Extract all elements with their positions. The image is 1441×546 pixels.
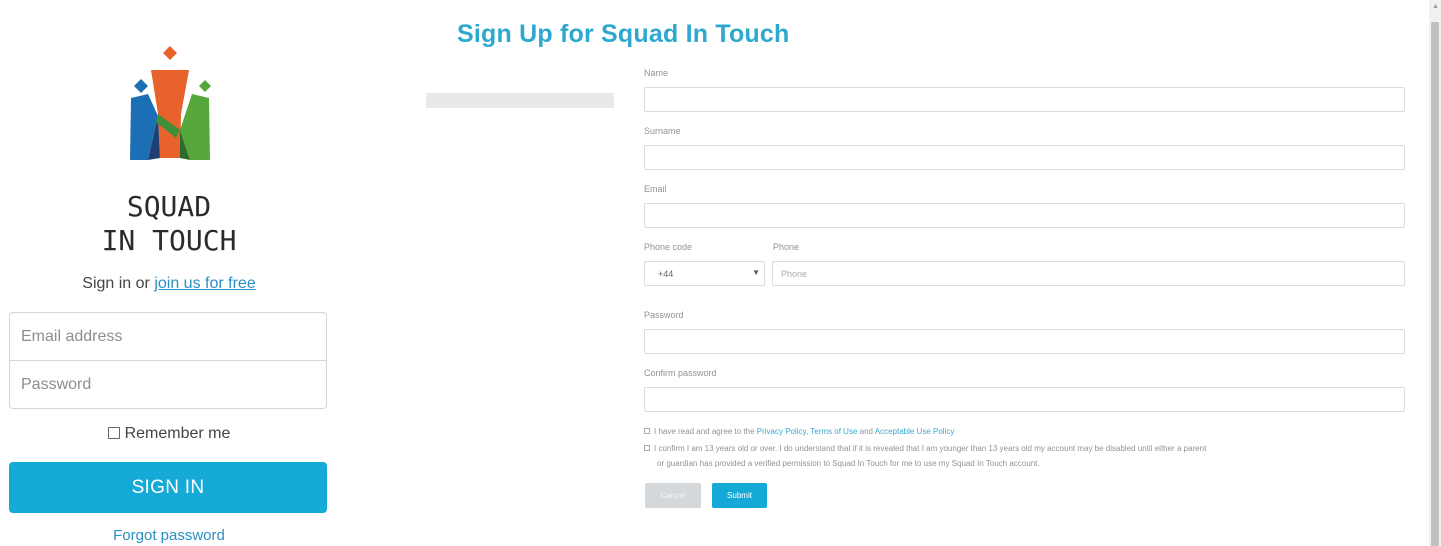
phone-label: Phone [773,242,800,252]
surname-label: Surname [644,126,681,136]
signup-password-field[interactable] [644,329,1405,354]
terms-and: and [857,427,875,436]
email-input[interactable] [10,313,326,360]
acceptable-use-link[interactable]: Acceptable Use Policy [875,427,955,436]
phone-code-value: +44 [658,269,674,279]
brand-name: SQUAD IN TOUCH [0,190,338,258]
vertical-scrollbar[interactable]: ▲ [1429,0,1441,546]
email-field[interactable] [9,312,327,361]
age-confirmation-cont: or guardian has provided a verified perm… [657,459,1040,468]
password-label: Password [644,310,684,320]
signup-email-input[interactable] [645,204,1404,227]
sign-in-button[interactable]: SIGN IN [9,462,327,513]
age-confirmation: I confirm I am 13 years old or over. I d… [644,442,1206,456]
phone-code-select[interactable]: +44 ▼ [644,261,765,286]
cancel-button[interactable]: Cancel [645,483,701,508]
terms-prefix: I have read and agree to the [654,427,757,436]
join-free-link[interactable]: join us for free [154,275,255,292]
squad-in-touch-logo [130,46,211,160]
chevron-down-icon: ▼ [752,268,760,277]
signup-email-field[interactable] [644,203,1405,228]
remember-me-checkbox[interactable] [107,427,120,439]
confirm-password-field[interactable] [644,387,1405,412]
signup-password-input[interactable] [645,330,1404,353]
phone-input[interactable] [773,262,1404,285]
email-label: Email [644,184,667,194]
submit-button[interactable]: Submit [712,483,767,508]
phone-field[interactable] [772,261,1405,286]
scrollbar-thumb[interactable] [1431,22,1439,546]
brand-line-1: SQUAD [126,190,212,223]
signin-prefix-text: Sign in or [82,275,155,292]
password-field[interactable] [9,360,327,409]
brand-line-2: IN TOUCH [101,224,237,257]
name-field[interactable] [644,87,1405,112]
placeholder-bar [426,93,614,108]
age-checkbox[interactable] [644,445,650,451]
name-label: Name [644,68,669,78]
age-confirmation-text: I confirm I am 13 years old or over. I d… [654,444,1207,453]
terms-agreement: I have read and agree to the Privacy Pol… [644,425,954,439]
signin-prompt: Sign in or join us for free [0,275,338,293]
surname-input[interactable] [645,146,1404,169]
forgot-password-link[interactable]: Forgot password [0,527,338,544]
terms-of-use-link[interactable]: Terms of Use [810,427,857,436]
remember-me-label: Remember me [124,425,231,442]
phone-code-label: Phone code [644,242,693,252]
confirm-password-label: Confirm password [644,368,717,378]
privacy-policy-link[interactable]: Privacy Policy [757,427,806,436]
surname-field[interactable] [644,145,1405,170]
confirm-password-input[interactable] [645,388,1404,411]
name-input[interactable] [645,88,1404,111]
scroll-up-arrow-icon[interactable]: ▲ [1432,3,1439,10]
terms-checkbox[interactable] [644,428,650,434]
password-input[interactable] [10,361,326,408]
remember-me[interactable]: Remember me [0,425,338,443]
signin-panel: SQUAD IN TOUCH Sign in or join us for fr… [0,0,338,546]
page-title: Sign Up for Squad In Touch [457,20,790,48]
